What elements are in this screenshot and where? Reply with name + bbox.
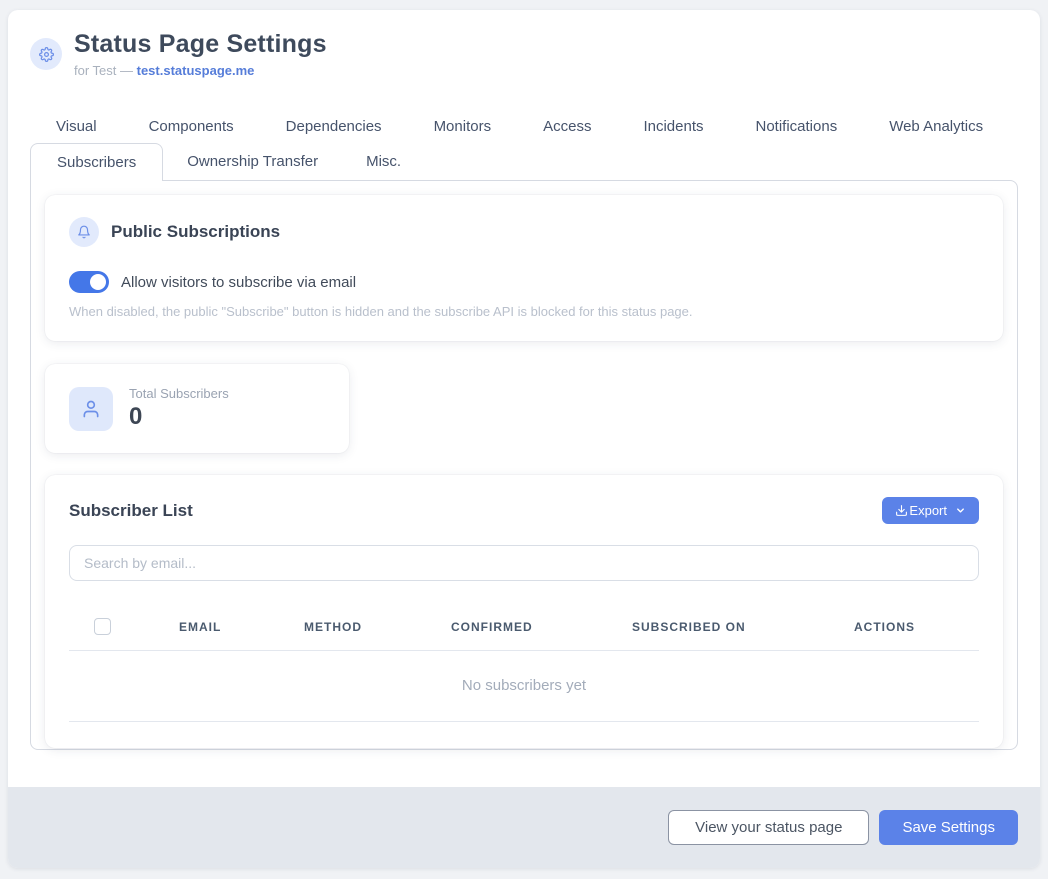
status-page-settings-window: Status Page Settings for Test — test.sta…: [8, 10, 1040, 868]
column-header-method: METHOD: [304, 603, 451, 651]
stat-label: Total Subscribers: [129, 386, 229, 401]
save-settings-button[interactable]: Save Settings: [879, 810, 1018, 845]
bell-icon: [69, 217, 99, 247]
public-subscriptions-header: Public Subscriptions: [69, 217, 979, 247]
view-status-page-button[interactable]: View your status page: [668, 810, 869, 845]
tab-dependencies[interactable]: Dependencies: [260, 112, 408, 141]
action-footer: View your status page Save Settings: [8, 787, 1040, 868]
public-subscriptions-title: Public Subscriptions: [111, 222, 280, 242]
tab-subscribers[interactable]: Subscribers: [30, 143, 163, 181]
tab-ownership-transfer[interactable]: Ownership Transfer: [163, 143, 342, 181]
page-title-block: Status Page Settings for Test — test.sta…: [74, 30, 327, 78]
page-subtitle: for Test — test.statuspage.me: [74, 63, 327, 78]
column-header-email: EMAIL: [179, 603, 304, 651]
tab-monitors[interactable]: Monitors: [408, 112, 518, 141]
column-header-confirmed: CONFIRMED: [451, 603, 632, 651]
subscribers-tab-panel: Public Subscriptions Allow visitors to s…: [30, 180, 1018, 750]
empty-state-row: No subscribers yet: [69, 651, 979, 722]
subscribers-table: EMAIL METHOD CONFIRMED SUBSCRIBED ON ACT…: [69, 603, 979, 722]
export-button[interactable]: Export: [882, 497, 979, 524]
total-subscribers-stat: Total Subscribers 0: [129, 386, 229, 431]
page-header: Status Page Settings for Test — test.sta…: [30, 30, 1018, 78]
toggle-knob: [90, 274, 106, 290]
tab-access[interactable]: Access: [517, 112, 617, 141]
empty-state-text: No subscribers yet: [69, 651, 979, 722]
main-content: Status Page Settings for Test — test.sta…: [8, 10, 1040, 787]
total-subscribers-card: Total Subscribers 0: [45, 364, 349, 453]
allow-subscribe-toggle[interactable]: [69, 271, 109, 293]
stat-value: 0: [129, 403, 229, 431]
tab-bar-secondary: Subscribers Ownership Transfer Misc.: [30, 143, 1018, 181]
subtitle-text: for Test —: [74, 63, 137, 78]
tab-web-analytics[interactable]: Web Analytics: [863, 112, 1009, 141]
chevron-down-icon: [955, 505, 966, 516]
tab-bar-primary: Visual Components Dependencies Monitors …: [30, 112, 1018, 141]
toggle-label: Allow visitors to subscribe via email: [121, 274, 356, 291]
subscriber-list-card: Subscriber List Export EMAIL METHOD: [45, 475, 1003, 748]
download-icon: [895, 504, 908, 517]
column-header-actions: ACTIONS: [854, 603, 979, 651]
tab-misc[interactable]: Misc.: [342, 143, 425, 181]
toggle-helper-text: When disabled, the public "Subscribe" bu…: [69, 304, 979, 319]
select-all-checkbox[interactable]: [94, 618, 111, 635]
person-icon: [69, 387, 113, 431]
tab-visual[interactable]: Visual: [30, 112, 123, 141]
table-header-row: EMAIL METHOD CONFIRMED SUBSCRIBED ON ACT…: [69, 603, 979, 651]
public-subscriptions-card: Public Subscriptions Allow visitors to s…: [45, 195, 1003, 341]
page-title: Status Page Settings: [74, 30, 327, 59]
status-page-link[interactable]: test.statuspage.me: [137, 63, 255, 78]
subscriber-list-header: Subscriber List Export: [69, 497, 979, 524]
tab-notifications[interactable]: Notifications: [730, 112, 864, 141]
search-input[interactable]: [69, 545, 979, 581]
tab-components[interactable]: Components: [123, 112, 260, 141]
column-header-subscribed-on: SUBSCRIBED ON: [632, 603, 854, 651]
gear-icon: [30, 38, 62, 70]
export-button-label: Export: [909, 503, 947, 518]
subscribe-toggle-row: Allow visitors to subscribe via email: [69, 271, 979, 293]
tab-incidents[interactable]: Incidents: [617, 112, 729, 141]
subscriber-list-title: Subscriber List: [69, 501, 193, 521]
